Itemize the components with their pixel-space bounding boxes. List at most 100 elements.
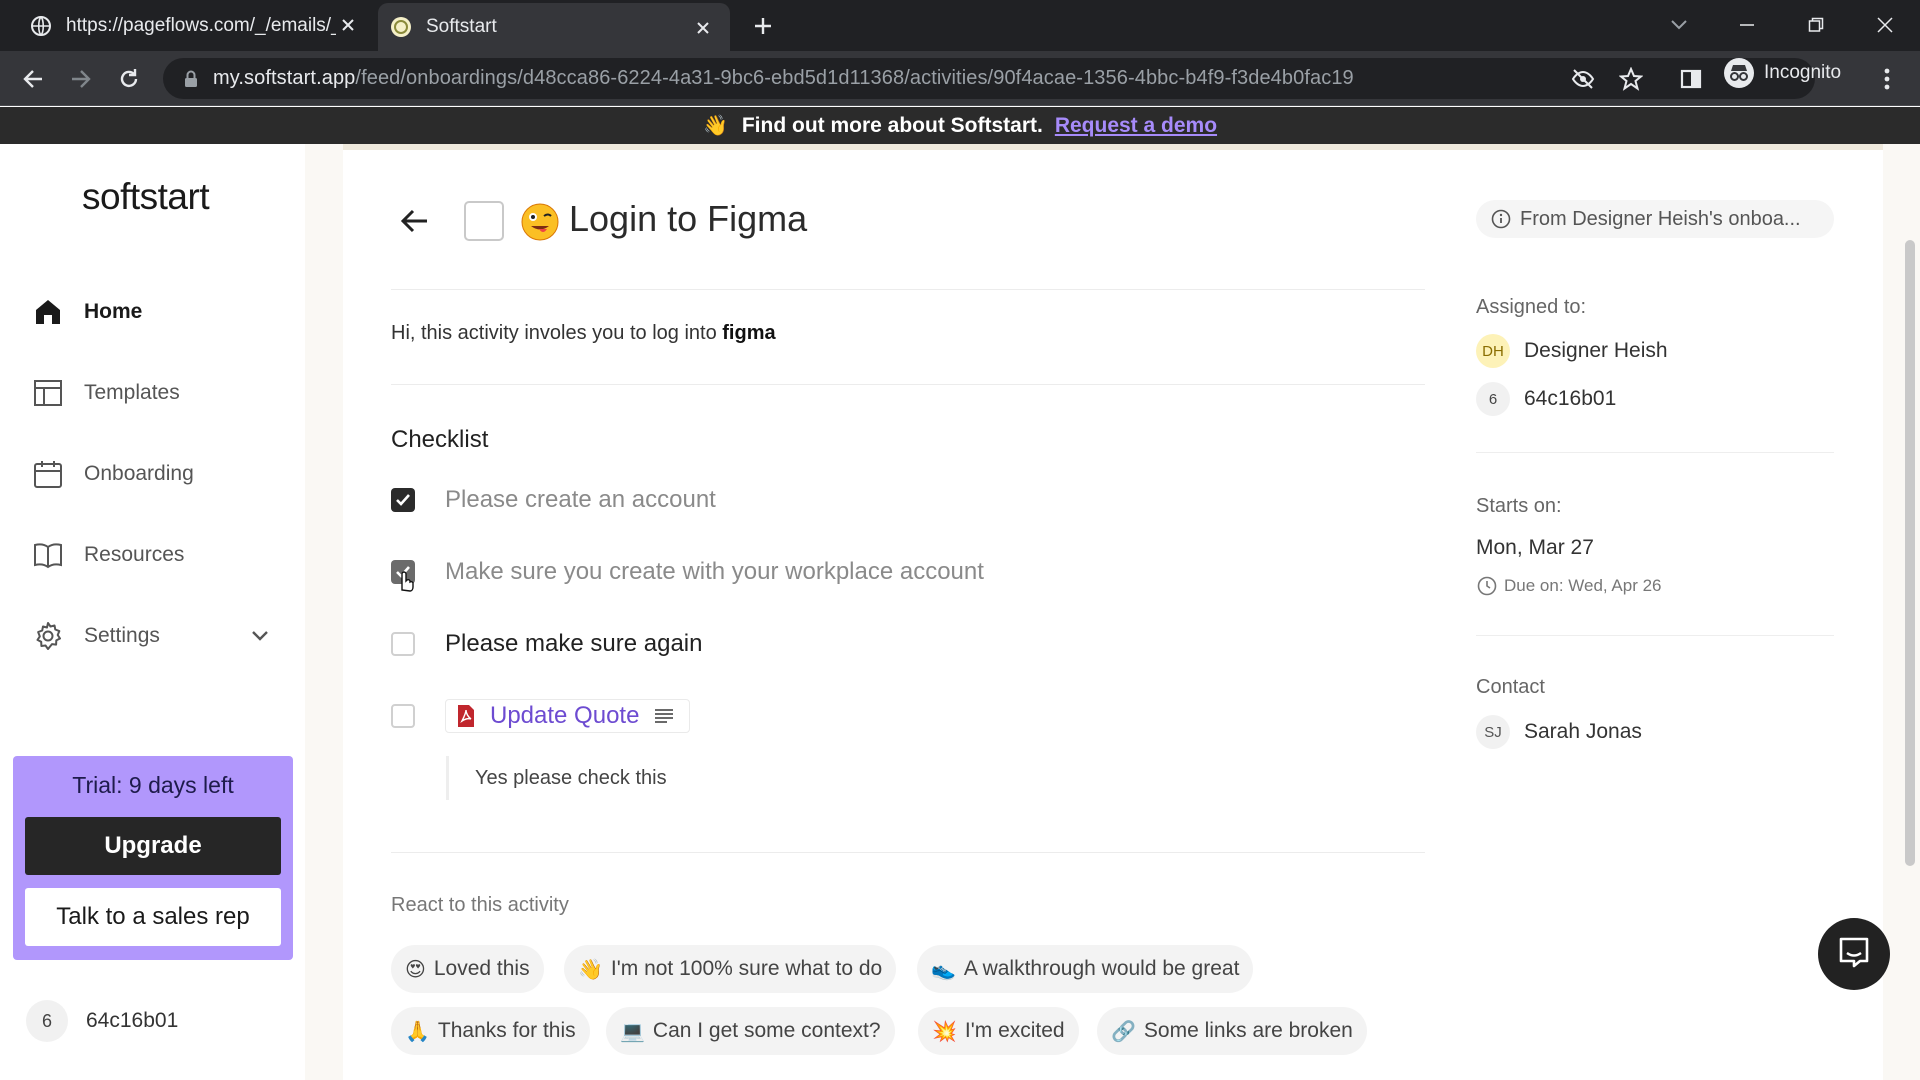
address-bar[interactable]: my.softstart.app/feed/onboardings/d48cca…: [163, 58, 1815, 99]
pdf-file-icon: [456, 704, 476, 728]
divider: [1476, 635, 1834, 636]
reload-icon[interactable]: [114, 64, 144, 94]
page-scrollbar[interactable]: [1905, 240, 1915, 866]
reaction-chip[interactable]: 🔗 Some links are broken: [1097, 1007, 1367, 1055]
sidebar-item-home[interactable]: Home: [32, 292, 272, 332]
contact-name: Sarah Jonas: [1524, 720, 1642, 743]
checkbox-unchecked[interactable]: [391, 704, 415, 728]
close-tab-icon[interactable]: [692, 17, 714, 39]
activity-description: Hi, this activity involes you to log int…: [391, 322, 776, 345]
gear-icon: [32, 620, 64, 652]
from-label: From Designer Heish's onboa...: [1520, 207, 1801, 230]
checklist-item-label: Make sure you create with your workplace…: [445, 558, 984, 585]
browser-tab-pageflows[interactable]: https://pageflows.com/_/emails/_/: [0, 0, 375, 51]
promo-banner: 👋 Find out more about Softstart. Request…: [0, 107, 1920, 144]
more-vert-icon[interactable]: [1872, 64, 1902, 94]
checklist-item[interactable]: Make sure you create with your workplace…: [391, 558, 984, 586]
back-arrow-icon[interactable]: [396, 203, 432, 239]
sidebar-item-label: Settings: [84, 624, 160, 647]
file-name[interactable]: Update Quote: [490, 702, 639, 730]
sidebar-item-label: Resources: [84, 543, 185, 566]
browser-tab-softstart[interactable]: Softstart: [378, 3, 730, 51]
reaction-chip[interactable]: 💻 Can I get some context?: [606, 1007, 895, 1055]
checklist-heading: Checklist: [391, 426, 489, 453]
pray-emoji-icon: 🙏: [405, 1020, 430, 1043]
from-onboarding-pill[interactable]: From Designer Heish's onboa...: [1476, 200, 1834, 238]
side-panel-icon[interactable]: [1676, 64, 1706, 94]
reaction-label: Some links are broken: [1143, 1019, 1353, 1042]
checklist-item-label: Please make sure again: [445, 630, 703, 657]
chat-launcher-button[interactable]: [1818, 918, 1890, 990]
eye-slash-icon[interactable]: [1571, 67, 1595, 91]
checklist-item[interactable]: Please make sure again: [391, 630, 702, 658]
forward-arrow-icon[interactable]: [66, 64, 96, 94]
softstart-logo[interactable]: softstart: [82, 176, 210, 218]
sidebar-item-templates[interactable]: Templates: [32, 373, 272, 413]
explosion-emoji-icon: 💥: [932, 1020, 957, 1043]
sidebar-item-label: Onboarding: [84, 462, 194, 485]
new-tab-icon[interactable]: [750, 13, 776, 39]
request-demo-link[interactable]: Request a demo: [1055, 114, 1217, 138]
chat-icon: [1836, 934, 1872, 975]
start-date: Mon, Mar 27: [1476, 536, 1594, 559]
sidebar-item-resources[interactable]: Resources: [32, 535, 272, 575]
incognito-icon: [1724, 58, 1754, 88]
reaction-chip[interactable]: 🙏 Thanks for this: [391, 1007, 590, 1055]
assignee[interactable]: DH Designer Heish: [1476, 334, 1668, 368]
reaction-chip[interactable]: 👟 A walkthrough would be great: [917, 945, 1254, 993]
reaction-chip[interactable]: 👋 I'm not 100% sure what to do: [564, 945, 897, 993]
wave-emoji-icon: 👋: [578, 958, 603, 981]
lock-icon: [181, 69, 201, 89]
softstart-favicon: [390, 16, 412, 38]
avatar: 6: [26, 1000, 68, 1042]
incognito-profile[interactable]: Incognito: [1724, 57, 1841, 89]
checklist-file-item[interactable]: Update Quote: [391, 699, 691, 733]
activity-complete-checkbox[interactable]: [464, 201, 504, 241]
sidebar-item-label: Templates: [84, 381, 180, 404]
browser-toolbar: my.softstart.app/feed/onboardings/d48cca…: [0, 51, 1920, 106]
tab-search-icon[interactable]: [1664, 10, 1694, 40]
divider: [1476, 452, 1834, 453]
hand-cursor-icon: [396, 566, 416, 592]
checkbox-checked[interactable]: [391, 488, 415, 512]
sidebar-item-label: Home: [84, 300, 143, 323]
assignee-name: Designer Heish: [1524, 339, 1668, 362]
trial-card: Trial: 9 days left Upgrade Talk to a sal…: [13, 756, 293, 960]
minimize-icon[interactable]: [1732, 10, 1762, 40]
reaction-label: I'm excited: [964, 1019, 1065, 1042]
close-tab-icon[interactable]: [337, 14, 359, 36]
reaction-label: A walkthrough would be great: [963, 957, 1240, 980]
reaction-label: Thanks for this: [437, 1019, 576, 1042]
star-bookmark-icon[interactable]: [1619, 67, 1643, 91]
reaction-chip[interactable]: 💥 I'm excited: [918, 1007, 1079, 1055]
trial-days-left: Trial: 9 days left: [72, 772, 234, 798]
checklist-item-label: Please create an account: [445, 486, 716, 513]
avatar: DH: [1476, 334, 1510, 368]
current-user[interactable]: 6 64c16b01: [26, 1000, 178, 1042]
back-arrow-icon[interactable]: [18, 64, 48, 94]
heart-eyes-emoji-icon: 😍: [405, 958, 426, 981]
promo-text: Find out more about Softstart.: [741, 113, 1043, 137]
sidebar-item-onboarding[interactable]: Onboarding: [32, 454, 272, 494]
close-window-icon[interactable]: [1870, 10, 1900, 40]
checkbox-unchecked[interactable]: [391, 632, 415, 656]
restore-icon[interactable]: [1801, 10, 1831, 40]
contact-person[interactable]: SJ Sarah Jonas: [1476, 715, 1642, 749]
description-bold: figma: [722, 322, 776, 344]
avatar: 6: [1476, 382, 1510, 416]
due-date-text: Due on: Wed, Apr 26: [1504, 576, 1662, 595]
talk-to-sales-button[interactable]: Talk to a sales rep: [25, 888, 281, 946]
chevron-down-icon[interactable]: [248, 624, 272, 648]
url-path: /feed/onboardings/d48cca86-6224-4a31-9bc…: [355, 67, 1354, 89]
assignee[interactable]: 6 64c16b01: [1476, 382, 1616, 416]
clock-icon: [1476, 575, 1498, 597]
calendar-icon: [32, 458, 64, 490]
tab-title: Softstart: [426, 16, 497, 37]
upgrade-button[interactable]: Upgrade: [25, 817, 281, 875]
file-attachment[interactable]: Update Quote: [445, 699, 691, 733]
reaction-chip[interactable]: 😍 Loved this: [391, 945, 544, 993]
react-heading: React to this activity: [391, 894, 569, 916]
sidebar-item-settings[interactable]: Settings: [32, 616, 272, 656]
checklist-item[interactable]: Please create an account: [391, 486, 716, 514]
description-text: Hi, this activity involes you to log int…: [391, 322, 723, 344]
